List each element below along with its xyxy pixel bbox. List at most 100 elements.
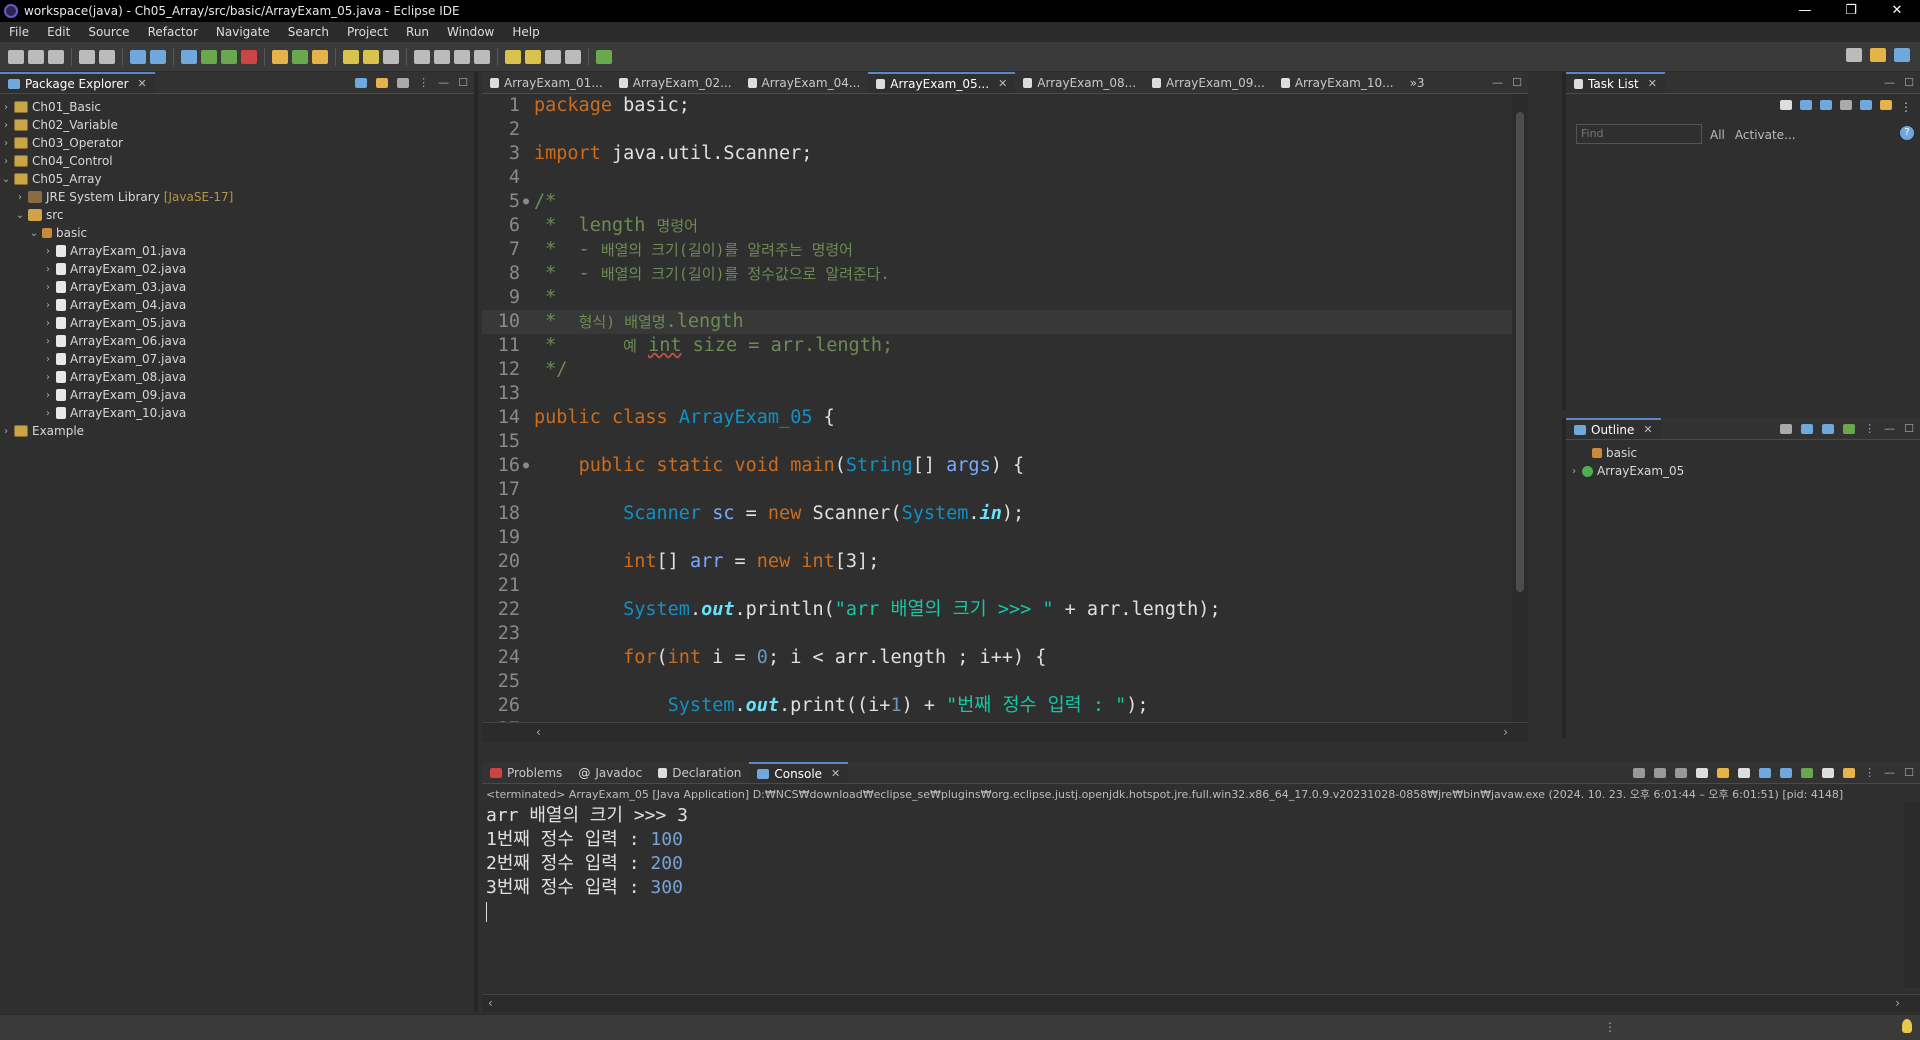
editor-tab[interactable]: ArrayExam_04... xyxy=(740,72,869,93)
tab-problems[interactable]: Problems xyxy=(482,762,570,783)
chevron-right-icon[interactable]: › xyxy=(1503,725,1508,739)
close-icon[interactable]: ✕ xyxy=(831,767,840,780)
menu-help[interactable]: Help xyxy=(503,25,548,39)
remove-all-icon[interactable] xyxy=(1675,767,1688,778)
chevron-right-icon[interactable]: › xyxy=(1568,466,1580,477)
maximize-view-icon[interactable]: ☐ xyxy=(1512,76,1522,89)
view-menu-icon[interactable]: ⋮ xyxy=(1900,100,1912,114)
task-list-tab[interactable]: Task List ✕ xyxy=(1566,72,1665,93)
tree-item-file[interactable]: › ArrayExam_08.java xyxy=(0,368,474,386)
java-perspective-icon[interactable] xyxy=(1894,48,1910,62)
tree-item-project[interactable]: › Example xyxy=(0,422,474,440)
open-console-icon[interactable] xyxy=(1843,767,1856,778)
chevron-right-icon[interactable]: › xyxy=(0,156,12,167)
tree-item-src[interactable]: ⌄ src xyxy=(0,206,474,224)
tree-item-file[interactable]: › ArrayExam_09.java xyxy=(0,386,474,404)
tree-item-file[interactable]: › ArrayExam_06.java xyxy=(0,332,474,350)
close-window-button[interactable]: ✕ xyxy=(1874,0,1920,22)
chevron-right-icon[interactable]: › xyxy=(42,354,54,365)
tree-item-project[interactable]: › Ch03_Operator xyxy=(0,134,474,152)
tree-item-file[interactable]: › ArrayExam_10.java xyxy=(0,404,474,422)
back-arrow-icon[interactable] xyxy=(545,49,561,64)
view-menu-icon[interactable]: ⋮ xyxy=(1864,766,1875,779)
chevron-right-icon[interactable]: › xyxy=(42,390,54,401)
redo-icon[interactable] xyxy=(99,49,115,64)
scroll-lock-icon[interactable] xyxy=(1717,767,1730,778)
chevron-down-icon[interactable]: ⌄ xyxy=(28,228,40,239)
minimize-view-icon[interactable]: — xyxy=(1492,76,1503,89)
minimize-view-icon[interactable]: — xyxy=(438,76,449,89)
collapse-all-icon[interactable] xyxy=(355,77,368,88)
editor-tab-active[interactable]: ArrayExam_05... ✕ xyxy=(868,72,1016,93)
external-tools-icon[interactable] xyxy=(241,49,257,64)
tree-item-project[interactable]: › Ch01_Basic xyxy=(0,98,474,116)
maximize-view-icon[interactable]: ☐ xyxy=(1904,766,1914,779)
editor-vertical-scrollbar[interactable] xyxy=(1512,94,1528,722)
collapse-all-icon[interactable] xyxy=(1860,100,1872,110)
tree-item-package[interactable]: ⌄ basic xyxy=(0,224,474,242)
terminate-icon[interactable] xyxy=(1633,767,1646,778)
close-icon[interactable]: ✕ xyxy=(998,77,1007,90)
outline-item-class[interactable]: › ArrayExam_05 xyxy=(1566,462,1920,480)
run-icon[interactable] xyxy=(201,49,217,64)
pin-console-icon[interactable] xyxy=(1801,767,1814,778)
menu-refactor[interactable]: Refactor xyxy=(139,25,207,39)
categorized-icon[interactable] xyxy=(1800,100,1812,110)
fold-icon[interactable]: ● xyxy=(522,454,530,478)
tree-item-file[interactable]: › ArrayExam_03.java xyxy=(0,278,474,296)
editor-tab[interactable]: ArrayExam_10... xyxy=(1273,72,1402,93)
sync-icon[interactable] xyxy=(1880,100,1892,110)
menu-search[interactable]: Search xyxy=(279,25,338,39)
tree-item-project-expanded[interactable]: ⌄ Ch05_Array xyxy=(0,170,474,188)
terminal-icon[interactable] xyxy=(130,49,146,64)
display-console-icon[interactable] xyxy=(1822,767,1835,778)
save-icon[interactable] xyxy=(28,49,44,64)
chevron-right-icon[interactable]: › xyxy=(42,336,54,347)
new-java-project-icon[interactable] xyxy=(272,49,288,64)
view-menu-icon[interactable]: ⋮ xyxy=(418,76,429,89)
close-icon[interactable]: ✕ xyxy=(1643,423,1652,436)
minimize-button[interactable]: — xyxy=(1782,0,1828,22)
next-annotation-icon[interactable] xyxy=(505,49,521,64)
chevron-right-icon[interactable]: › xyxy=(42,300,54,311)
remove-launch-icon[interactable] xyxy=(1654,767,1667,778)
status-menu-icon[interactable]: ⋮ xyxy=(1604,1020,1616,1034)
new-task-icon[interactable] xyxy=(1780,100,1792,110)
close-icon[interactable]: ✕ xyxy=(138,77,147,90)
editor-tab[interactable]: ArrayExam_02... xyxy=(611,72,740,93)
open-type-icon[interactable] xyxy=(343,49,359,64)
chevron-right-icon[interactable]: › xyxy=(14,192,26,203)
filter-icon[interactable] xyxy=(397,77,410,88)
minimize-view-icon[interactable]: — xyxy=(1884,422,1895,435)
chevron-right-icon[interactable]: › xyxy=(42,318,54,329)
toggle-annotation-icon[interactable] xyxy=(414,49,430,64)
editor-tab[interactable]: ArrayExam_08... xyxy=(1015,72,1144,93)
filter-all-link[interactable]: All xyxy=(1710,128,1725,142)
menu-run[interactable]: Run xyxy=(397,25,438,39)
scheduled-icon[interactable] xyxy=(1820,100,1832,110)
chevron-right-icon[interactable]: › xyxy=(42,246,54,257)
hide-completed-icon[interactable] xyxy=(1840,100,1852,110)
tab-overflow[interactable]: »3 xyxy=(1402,72,1433,93)
minimize-view-icon[interactable]: — xyxy=(1884,766,1895,779)
console-horizontal-scrollbar[interactable]: ‹ › xyxy=(482,994,1920,1012)
lightbulb-icon[interactable] xyxy=(1902,1019,1912,1033)
previous-annotation-icon[interactable] xyxy=(525,49,541,64)
show-whitespace-icon[interactable] xyxy=(474,49,490,64)
editor-tab[interactable]: ArrayExam_09... xyxy=(1144,72,1273,93)
minimize-view-icon[interactable]: — xyxy=(1884,76,1895,89)
show-on-error-icon[interactable] xyxy=(1780,767,1793,778)
coverage-icon[interactable] xyxy=(221,49,237,64)
chevron-right-icon[interactable]: › xyxy=(42,282,54,293)
sort-icon[interactable] xyxy=(1780,423,1793,434)
debug-icon[interactable] xyxy=(181,49,197,64)
close-icon[interactable]: ✕ xyxy=(1648,77,1657,90)
outline-item-package[interactable]: basic xyxy=(1566,444,1920,462)
chevron-down-icon[interactable]: ⌄ xyxy=(14,210,26,221)
tab-declaration[interactable]: Declaration xyxy=(650,762,749,783)
chevron-left-icon[interactable]: ‹ xyxy=(536,725,541,739)
package-explorer-tab[interactable]: Package Explorer ✕ xyxy=(0,72,155,93)
tree-item-project[interactable]: › Ch02_Variable xyxy=(0,116,474,134)
hide-static-icon[interactable] xyxy=(1822,423,1835,434)
block-selection-icon[interactable] xyxy=(454,49,470,64)
